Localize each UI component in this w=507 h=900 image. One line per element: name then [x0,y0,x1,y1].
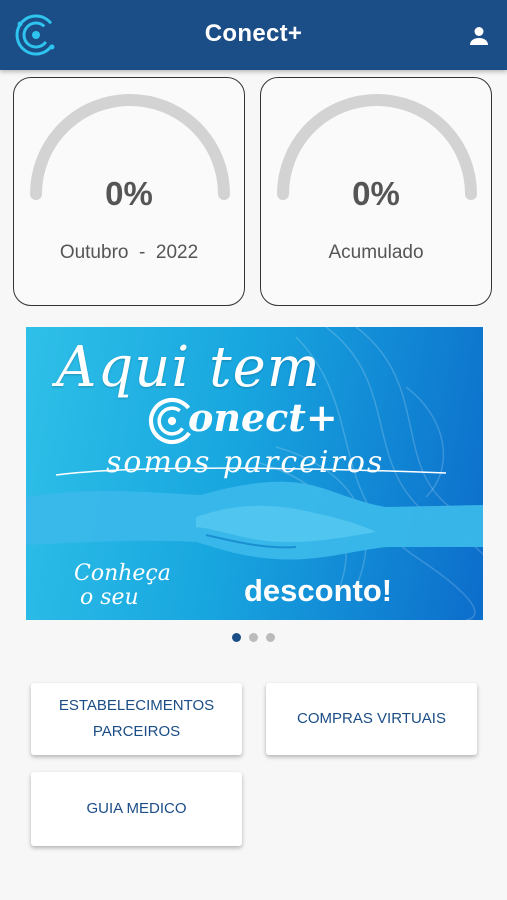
virtual-shopping-button[interactable]: COMPRAS VIRTUAIS [266,683,477,755]
banner-discount: desconto! [244,573,393,608]
banner-tagline: somos parceiros [106,445,385,480]
medical-guide-button[interactable]: GUIA MEDICO [31,772,242,846]
carousel-dot-3[interactable] [266,633,276,642]
app-bar: Conect+ [0,0,507,70]
banner-cta: Conheça o seu [74,562,171,610]
carousel-dot-2[interactable] [249,633,258,642]
app-title: Conect+ [204,20,303,47]
carousel-dot-1[interactable] [231,633,241,642]
accumulated-label: Acumulado [328,242,424,263]
person-icon[interactable] [467,24,491,48]
banner-brand: onect+ [188,395,338,440]
monthly-label: Outubro - 2022 [59,242,199,263]
carousel-indicator [0,629,507,642]
monthly-percent: 0% [105,175,153,212]
banner-headline: Aqui tem [56,335,321,400]
banner-cta-line2: o seu [80,585,139,610]
accumulated-percent: 0% [352,175,400,212]
accumulated-progress-card: 0% Acumulado [260,77,492,306]
promo-banner[interactable]: Aqui tem onect+ somos parceiros Conheça … [26,327,483,620]
partners-button[interactable]: ESTABELECIMENTOS PARCEIROS [31,683,242,755]
banner-cta-line1: Conheça [74,561,171,586]
monthly-progress-card: 0% Outubro - 2022 [13,77,245,306]
